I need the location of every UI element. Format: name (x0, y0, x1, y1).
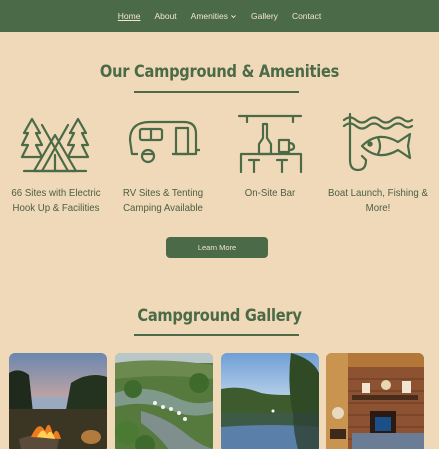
gallery-title-divider (134, 334, 299, 336)
fishing-hook-fish-icon (342, 112, 414, 172)
campfire-by-lake-photo[interactable] (9, 353, 107, 449)
bar-counter-icon (237, 114, 303, 174)
gallery-section-title: Campground Gallery (137, 306, 302, 326)
amenity-label-boat-line1: Boat Launch, Fishing & (328, 187, 428, 199)
nav-about-link[interactable]: About (154, 11, 176, 21)
learn-more-button[interactable]: Learn More (166, 237, 268, 258)
amenity-label-boat-line2: More! (365, 202, 391, 214)
amenity-label-sites: 66 Sites with Electric Hook Up & Facilit… (5, 186, 106, 216)
nav-gallery-link[interactable]: Gallery (251, 11, 278, 21)
amenity-label-rv-line1: RV Sites & Tenting (122, 187, 204, 199)
aerial-marina-photo[interactable] (115, 353, 213, 449)
amenity-label-bar: On-Site Bar (219, 186, 320, 201)
nav-amenities-link[interactable]: Amenities (191, 11, 237, 21)
amenity-label-rv-line2: Camping Available (123, 202, 203, 214)
amenity-label-boat: Boat Launch, Fishing & More! (327, 186, 428, 216)
amenities-section-title: Our Campground & Amenities (99, 62, 340, 82)
nav-amenities-label: Amenities (190, 11, 228, 21)
amenity-label-sites-line1: 66 Sites with Electric (11, 187, 101, 199)
tent-camp-icon (20, 117, 90, 173)
amenities-title-divider (134, 91, 299, 93)
chevron-down-icon (231, 14, 236, 18)
rv-camper-icon (128, 120, 200, 164)
top-navbar: Home About Amenities Gallery Contact (0, 0, 439, 32)
amenity-label-sites-line2: Hook Up & Facilities (12, 202, 100, 214)
amenity-label-bar-line1: On-Site Bar (244, 187, 296, 199)
nav-contact-link[interactable]: Contact (292, 11, 321, 21)
lodge-interior-photo[interactable] (326, 353, 424, 449)
lake-reflection-photo[interactable] (221, 353, 319, 449)
amenity-label-rv: RV Sites & Tenting Camping Available (112, 186, 213, 216)
nav-home-link[interactable]: Home (118, 11, 141, 21)
